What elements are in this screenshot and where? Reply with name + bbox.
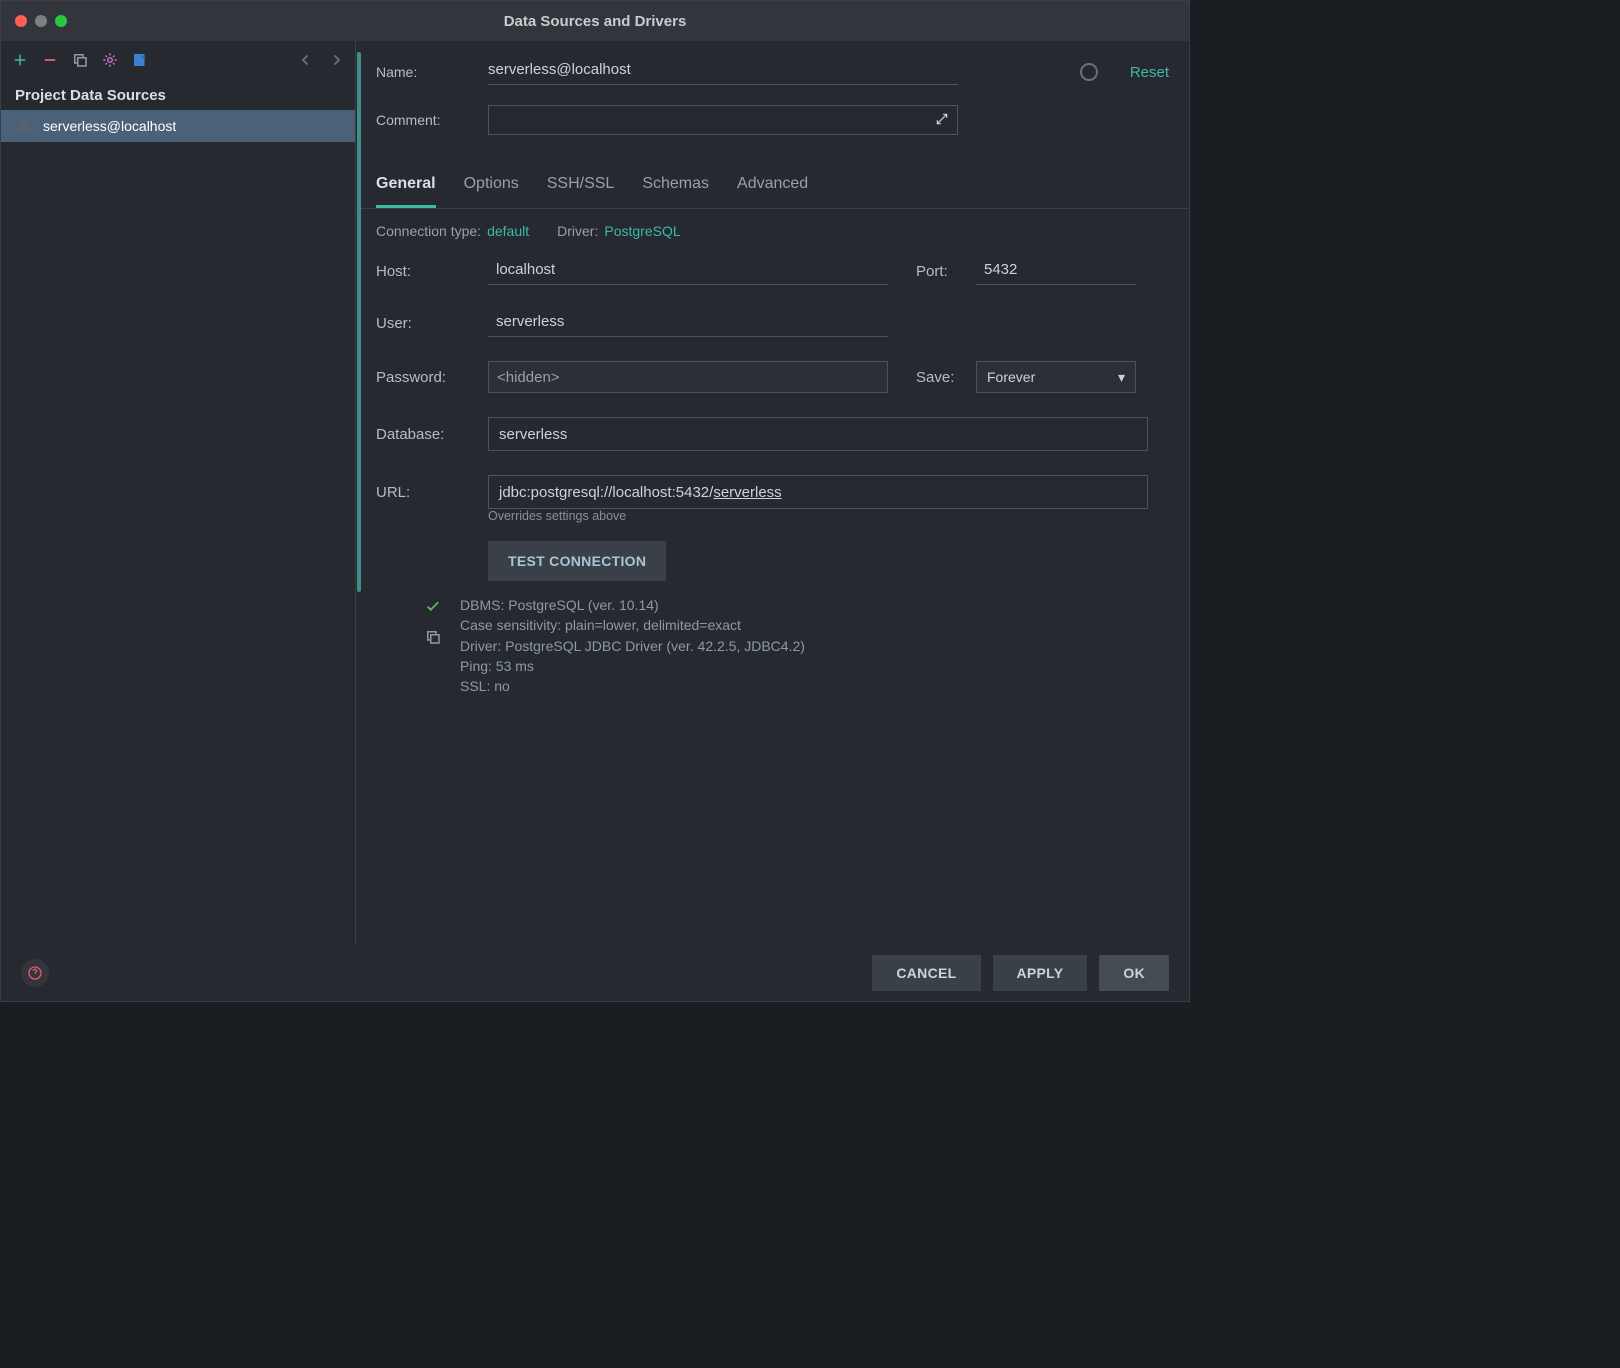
tab-sshssl[interactable]: SSH/SSL <box>547 165 615 208</box>
copy-icon[interactable] <box>424 628 442 649</box>
name-input[interactable] <box>488 59 958 85</box>
sidebar-scrollbar[interactable] <box>357 52 361 592</box>
status-line-case: Case sensitivity: plain=lower, delimited… <box>460 615 805 635</box>
url-helper: Overrides settings above <box>488 509 1169 523</box>
main-panel: Name: Reset Comment: General Options <box>356 41 1189 945</box>
color-picker-icon[interactable] <box>1080 63 1098 81</box>
sidebar-toolbar <box>1 41 355 79</box>
dialog-window: Data Sources and Drivers <box>0 0 1190 1002</box>
apply-button[interactable]: APPLY <box>993 955 1088 991</box>
window-title: Data Sources and Drivers <box>1 13 1189 30</box>
password-label: Password: <box>376 369 488 386</box>
tab-advanced[interactable]: Advanced <box>737 165 808 208</box>
titlebar: Data Sources and Drivers <box>1 1 1189 41</box>
expand-icon[interactable] <box>935 112 949 129</box>
comment-input[interactable] <box>488 105 958 135</box>
dialog-footer: CANCEL APPLY OK <box>1 945 1189 1001</box>
connection-type-label: Connection type: <box>376 223 481 239</box>
dialog-body: Project Data Sources serverless@localhos… <box>1 41 1189 945</box>
comment-label: Comment: <box>376 112 476 128</box>
save-label: Save: <box>916 369 976 386</box>
port-label: Port: <box>916 263 976 280</box>
reset-link[interactable]: Reset <box>1130 64 1169 81</box>
connection-type-link[interactable]: default <box>487 223 529 239</box>
status-line-ping: Ping: 53 ms <box>460 656 805 676</box>
add-icon[interactable] <box>11 51 29 69</box>
help-button[interactable] <box>21 959 49 987</box>
sidebar-item-label: serverless@localhost <box>43 118 176 134</box>
url-label: URL: <box>376 484 488 501</box>
remove-icon[interactable] <box>41 51 59 69</box>
url-prefix: jdbc:postgresql://localhost:5432/ <box>499 484 713 501</box>
password-placeholder: <hidden> <box>497 369 560 386</box>
name-label: Name: <box>376 64 476 80</box>
chevron-down-icon: ▾ <box>1118 369 1125 386</box>
tree-section-header: Project Data Sources <box>1 79 355 110</box>
sidebar: Project Data Sources serverless@localhos… <box>1 41 356 945</box>
duplicate-icon[interactable] <box>71 51 89 69</box>
status-line-driver: Driver: PostgreSQL JDBC Driver (ver. 42.… <box>460 636 805 656</box>
status-line-dbms: DBMS: PostgreSQL (ver. 10.14) <box>460 595 805 615</box>
password-input[interactable]: <hidden> <box>488 361 888 393</box>
host-input[interactable] <box>488 257 888 285</box>
save-dropdown-value: Forever <box>987 369 1035 385</box>
tab-options[interactable]: Options <box>464 165 519 208</box>
test-connection-button[interactable]: TEST CONNECTION <box>488 541 666 581</box>
check-icon <box>424 597 442 618</box>
back-arrow-icon[interactable] <box>297 51 315 69</box>
sidebar-item-datasource[interactable]: serverless@localhost <box>1 110 355 142</box>
url-input[interactable]: jdbc:postgresql://localhost:5432/serverl… <box>488 475 1148 509</box>
user-label: User: <box>376 315 488 332</box>
database-label: Database: <box>376 426 488 443</box>
cancel-button[interactable]: CANCEL <box>872 955 980 991</box>
tab-general[interactable]: General <box>376 165 436 208</box>
gear-icon[interactable] <box>101 51 119 69</box>
connection-status: DBMS: PostgreSQL (ver. 10.14) Case sensi… <box>424 595 1169 696</box>
url-db: serverless <box>713 484 781 501</box>
postgres-icon <box>15 117 33 135</box>
driver-link[interactable]: PostgreSQL <box>604 223 680 239</box>
tab-schemas[interactable]: Schemas <box>642 165 709 208</box>
forward-arrow-icon[interactable] <box>327 51 345 69</box>
connection-subinfo: Connection type: default Driver: Postgre… <box>356 209 1189 247</box>
save-dropdown[interactable]: Forever ▾ <box>976 361 1136 393</box>
ok-button[interactable]: OK <box>1099 955 1169 991</box>
tabs: General Options SSH/SSL Schemas Advanced <box>356 165 1189 209</box>
port-input[interactable] <box>976 257 1136 285</box>
host-label: Host: <box>376 263 488 280</box>
make-global-icon[interactable] <box>131 51 149 69</box>
status-line-ssl: SSL: no <box>460 676 805 696</box>
database-input[interactable] <box>488 417 1148 451</box>
driver-label: Driver: <box>557 223 598 239</box>
user-input[interactable] <box>488 309 888 337</box>
